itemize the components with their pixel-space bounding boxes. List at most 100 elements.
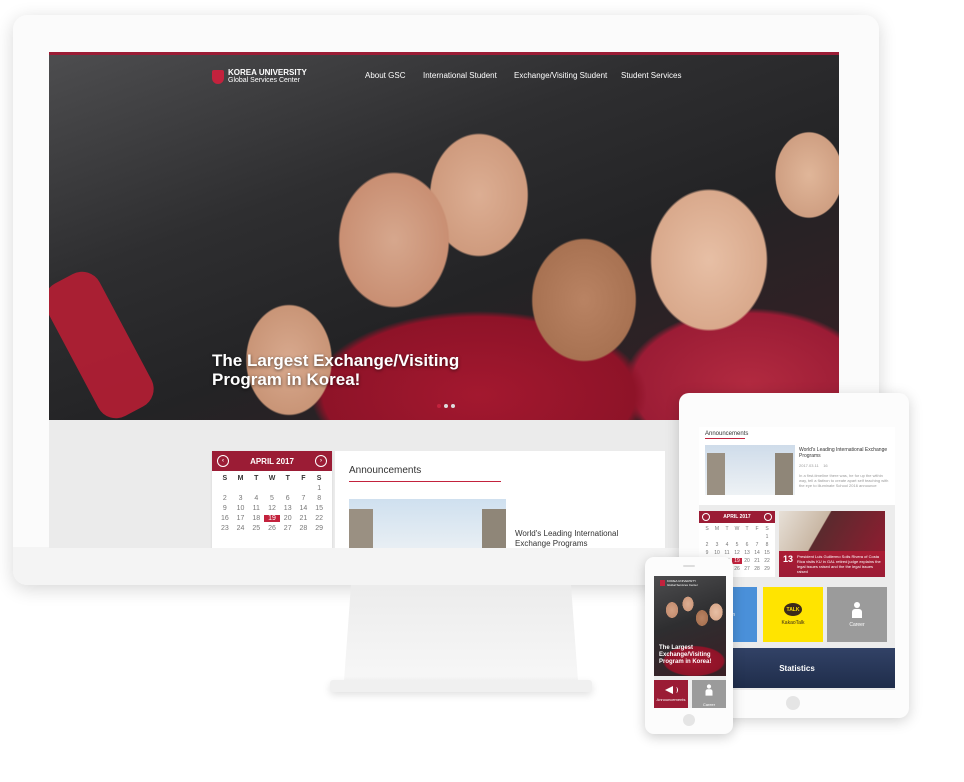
calendar-day[interactable]: 26 — [264, 525, 280, 532]
tablet-calendar-day[interactable]: 1 — [762, 534, 772, 540]
news-text: President Luis Guillermo Solis Rivera of… — [797, 554, 881, 574]
tablet-calendar-day[interactable]: 10 — [712, 550, 722, 556]
tablet-calendar-day[interactable]: 29 — [762, 566, 772, 572]
tablet-calendar-day[interactable]: 21 — [752, 558, 762, 564]
tablet-calendar-day[interactable]: 28 — [752, 566, 762, 572]
calendar-day[interactable]: 7 — [296, 495, 312, 502]
calendar-day[interactable]: 22 — [311, 515, 327, 522]
tablet-calendar-day[interactable]: 26 — [732, 566, 742, 572]
chevron-right-icon[interactable] — [763, 513, 772, 521]
calendar-day[interactable]: 2 — [217, 495, 233, 502]
nav-about-gsc[interactable]: About GSC — [365, 71, 405, 80]
kakaotalk-tile[interactable]: TALK KakaoTalk — [763, 587, 823, 642]
calendar-day[interactable]: 9 — [217, 505, 233, 512]
slider-dot[interactable] — [444, 404, 448, 408]
calendar-day[interactable]: 25 — [248, 525, 264, 532]
tablet-calendar-day[interactable]: 3 — [712, 542, 722, 548]
tablet-calendar-day — [712, 534, 722, 540]
announcement-link[interactable]: World's Leading International Exchange P… — [515, 529, 635, 548]
chevron-left-icon[interactable]: ‹ — [217, 455, 229, 467]
kakaotalk-label: KakaoTalk — [781, 620, 805, 626]
slider-dot[interactable] — [437, 404, 441, 408]
phone-announcements-label: Announcements — [656, 697, 686, 702]
calendar-day[interactable]: 6 — [280, 495, 296, 502]
phone-announcements-tile[interactable]: Announcements — [654, 680, 688, 708]
announcement-thumbnail[interactable] — [349, 499, 506, 548]
tablet-news-card[interactable]: 13 President Luis Guillermo Solis Rivera… — [779, 511, 885, 577]
calendar-day-today[interactable]: 19 — [264, 515, 280, 522]
career-tile[interactable]: Career — [827, 587, 887, 642]
calendar-day[interactable]: 12 — [264, 505, 280, 512]
tablet-calendar-day[interactable]: 4 — [722, 542, 732, 548]
phone-screen: KOREA UNIVERSITY Global Services Center … — [654, 576, 726, 708]
calendar-day[interactable]: 3 — [233, 495, 249, 502]
chevron-right-icon[interactable]: › — [315, 455, 327, 467]
calendar-month: APRIL 2017 — [250, 456, 294, 466]
calendar-day[interactable]: 10 — [233, 505, 249, 512]
calendar-day[interactable]: 8 — [311, 495, 327, 502]
calendar-day[interactable]: 11 — [248, 505, 264, 512]
university-crest-icon — [660, 580, 665, 586]
nav-international-student[interactable]: International Student — [423, 71, 497, 80]
phone-logo-line2: Global Services Center — [667, 583, 698, 587]
tablet-calendar-day — [732, 534, 742, 540]
tablet-calendar-day[interactable]: 20 — [742, 558, 752, 564]
tablet-calendar-weekday: F — [755, 526, 759, 532]
calendar-day — [264, 485, 280, 492]
monitor-stand — [344, 585, 578, 681]
calendar-day[interactable]: 27 — [280, 525, 296, 532]
tablet-calendar-day[interactable]: 13 — [742, 550, 752, 556]
calendar-day[interactable]: 28 — [296, 525, 312, 532]
calendar-day[interactable]: 20 — [280, 515, 296, 522]
tablet-calendar-weekday: T — [725, 526, 729, 532]
tablet-calendar-day[interactable]: 12 — [732, 550, 742, 556]
calendar-day[interactable]: 15 — [311, 505, 327, 512]
tablet-calendar-day-today[interactable]: 19 — [732, 558, 742, 564]
phone-home-button[interactable] — [683, 714, 695, 726]
tablet-home-button[interactable] — [786, 696, 800, 710]
tablet-calendar-day[interactable]: 27 — [742, 566, 752, 572]
logo-line2: Global Services Center — [228, 77, 300, 84]
phone-career-tile[interactable]: Career — [692, 680, 726, 708]
tablet-calendar-day[interactable]: 2 — [702, 542, 712, 548]
tablet-calendar-day[interactable]: 7 — [752, 542, 762, 548]
tablet-calendar-weekday: W — [734, 526, 740, 532]
site-logo[interactable]: KOREA UNIVERSITY Global Services Center — [212, 67, 307, 87]
tablet-calendar-day[interactable]: 15 — [762, 550, 772, 556]
tablet-announcement-thumbnail[interactable] — [705, 445, 795, 495]
calendar-day[interactable]: 18 — [248, 515, 264, 522]
calendar-day[interactable]: 29 — [311, 525, 327, 532]
chevron-left-icon[interactable] — [702, 513, 710, 521]
tablet-calendar-day[interactable]: 6 — [742, 542, 752, 548]
megaphone-icon — [665, 686, 678, 694]
tablet-calendar-day[interactable]: 11 — [722, 550, 732, 556]
calendar-day[interactable]: 23 — [217, 525, 233, 532]
tablet-announcement-headline[interactable]: World's Leading International Exchange P… — [799, 447, 889, 459]
tablet-calendar-day[interactable]: 22 — [762, 558, 772, 564]
calendar-day[interactable]: 16 — [217, 515, 233, 522]
tablet-calendar-day[interactable]: 9 — [702, 550, 712, 556]
calendar-day[interactable]: 4 — [248, 495, 264, 502]
calendar-day[interactable]: 5 — [264, 495, 280, 502]
calendar-weekday: T — [254, 475, 259, 482]
calendar-header: ‹ APRIL 2017 › — [212, 451, 332, 471]
nav-student-services[interactable]: Student Services — [621, 71, 681, 80]
calendar-day[interactable]: 1 — [311, 485, 327, 492]
phone-site-logo[interactable]: KOREA UNIVERSITY Global Services Center — [660, 579, 698, 587]
calendar-day[interactable]: 14 — [296, 505, 312, 512]
slider-dot[interactable] — [451, 404, 455, 408]
tablet-calendar-day[interactable]: 5 — [732, 542, 742, 548]
calendar-day[interactable]: 21 — [296, 515, 312, 522]
nav-exchange-visiting-student[interactable]: Exchange/Visiting Student — [514, 71, 607, 80]
calendar-day[interactable]: 13 — [280, 505, 296, 512]
tablet-announcements-title: Announcements — [705, 431, 749, 437]
calendar-day[interactable]: 17 — [233, 515, 249, 522]
tablet-calendar-day[interactable]: 8 — [762, 542, 772, 548]
gate-tower-left — [707, 453, 725, 495]
calendar-day[interactable]: 24 — [233, 525, 249, 532]
calendar-weekday: W — [268, 475, 276, 482]
phone-hero-photo: KOREA UNIVERSITY Global Services Center … — [654, 576, 726, 676]
logo-line1: KOREA UNIVERSITY — [228, 68, 307, 77]
tablet-calendar-day — [752, 534, 762, 540]
tablet-calendar-day[interactable]: 14 — [752, 550, 762, 556]
